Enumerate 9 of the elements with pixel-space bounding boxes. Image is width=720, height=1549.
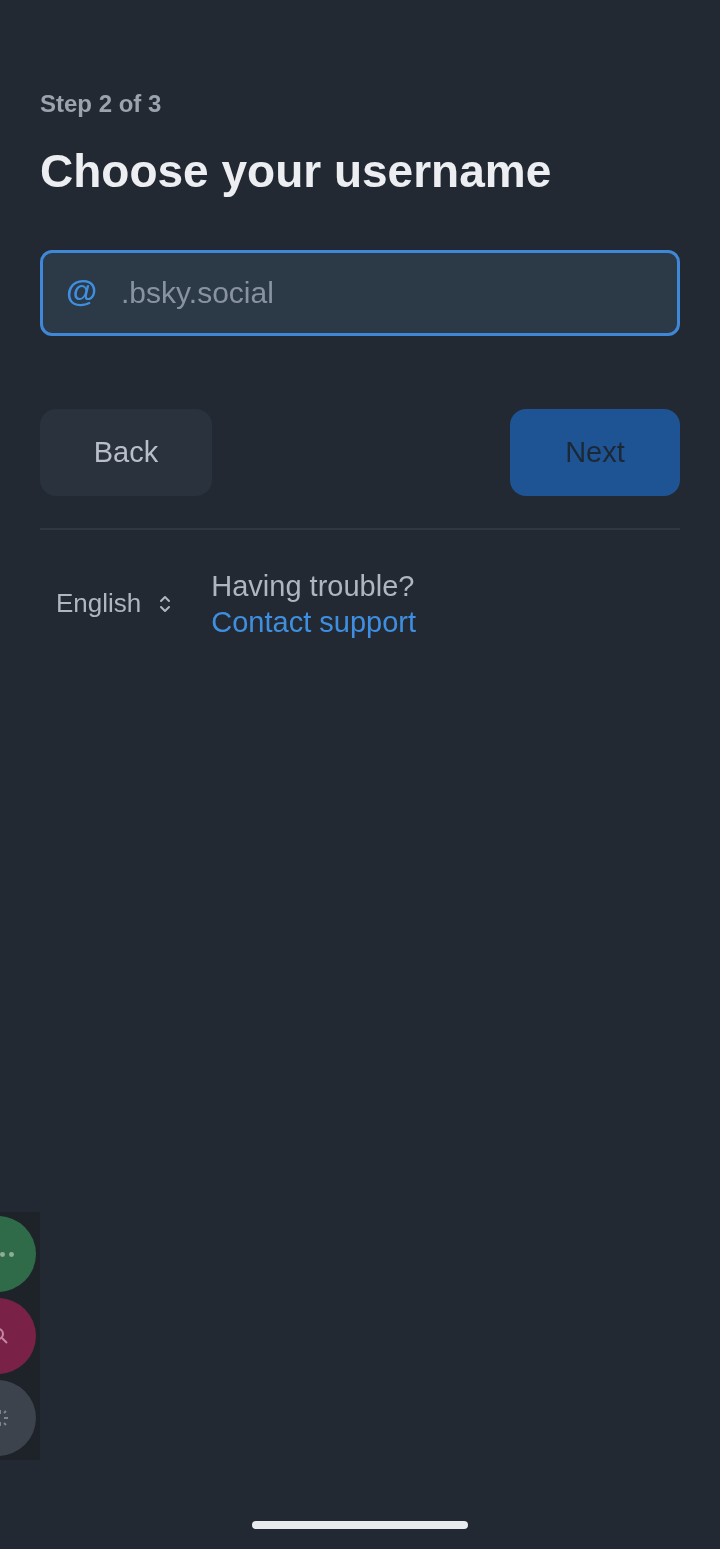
- language-select[interactable]: English: [40, 568, 188, 639]
- step-indicator: Step 2 of 3: [40, 90, 163, 118]
- help-text: Having trouble? Contact support: [211, 569, 417, 640]
- chevron-updown-icon: [159, 593, 172, 614]
- page-title: Choose your username: [40, 144, 553, 198]
- at-sign-icon: @: [66, 273, 98, 310]
- contact-support-link[interactable]: Contact support: [211, 606, 416, 638]
- back-button[interactable]: Back: [40, 409, 212, 496]
- dots-icon: [0, 1251, 14, 1257]
